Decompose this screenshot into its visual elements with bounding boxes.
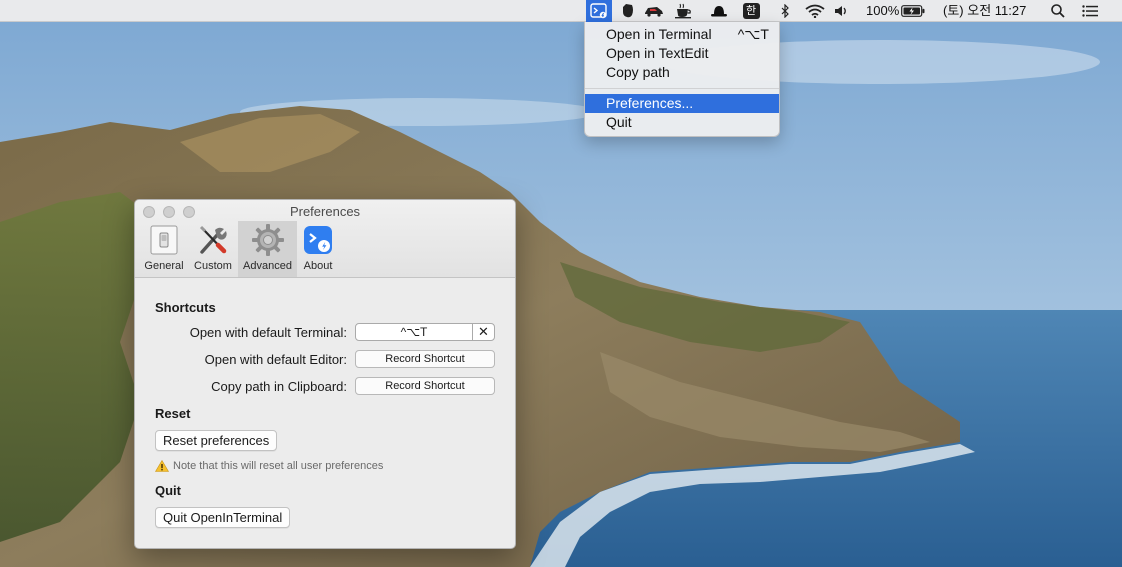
- tab-general[interactable]: General: [141, 221, 187, 277]
- terminal-shortcut-field[interactable]: ^⌥T ✕: [355, 323, 495, 341]
- menu-item-label: Copy path: [606, 64, 670, 80]
- label-default-terminal: Open with default Terminal:: [189, 325, 347, 340]
- section-heading-quit: Quit: [155, 483, 181, 498]
- status-menu-dropdown: Open in Terminal ^⌥T Open in TextEdit Co…: [584, 22, 780, 137]
- tab-label: About: [303, 260, 333, 272]
- label-default-editor: Open with default Editor:: [204, 352, 347, 367]
- tools-icon: [193, 221, 233, 259]
- battery-charging-icon[interactable]: [900, 0, 926, 22]
- reset-warning-note: Note that this will reset all user prefe…: [155, 460, 383, 472]
- input-source-label: 한: [742, 3, 760, 19]
- editor-record-shortcut-button[interactable]: Record Shortcut: [355, 350, 495, 368]
- menu-item-label: Preferences...: [606, 95, 694, 111]
- warning-icon: [155, 460, 169, 472]
- copy-path-record-shortcut-button[interactable]: Record Shortcut: [355, 377, 495, 395]
- menu-item-shortcut: ^⌥T: [737, 26, 769, 42]
- menu-item-label: Open in Terminal: [606, 26, 712, 42]
- tab-label: Advanced: [243, 260, 292, 272]
- menu-item-open-in-terminal[interactable]: Open in Terminal ^⌥T: [585, 25, 779, 44]
- section-heading-reset: Reset: [155, 406, 191, 421]
- label-copy-path: Copy path in Clipboard:: [211, 379, 347, 394]
- terminal-shortcut-value: ^⌥T: [400, 325, 428, 339]
- evernote-icon[interactable]: [618, 0, 638, 22]
- switch-icon: [144, 221, 184, 259]
- car-icon[interactable]: [643, 0, 665, 22]
- app-icon: [298, 221, 338, 259]
- menu-item-open-in-textedit[interactable]: Open in TextEdit: [585, 44, 779, 63]
- tab-custom[interactable]: Custom: [189, 221, 237, 277]
- clear-shortcut-icon[interactable]: ✕: [472, 324, 494, 340]
- hat-icon[interactable]: [708, 0, 730, 22]
- window-titlebar: Preferences General Custom Advanced Abou…: [135, 200, 515, 278]
- wifi-icon[interactable]: [803, 0, 827, 22]
- coffee-cup-icon[interactable]: [672, 0, 694, 22]
- menu-bar: 한 100% (토) 오전 11:27: [0, 0, 1122, 22]
- clock-datetime[interactable]: (토) 오전 11:27: [943, 0, 1026, 22]
- tab-advanced[interactable]: Advanced: [238, 221, 297, 277]
- spotlight-search-icon[interactable]: [1048, 0, 1068, 22]
- menu-item-preferences[interactable]: Preferences...: [585, 94, 779, 113]
- section-heading-shortcuts: Shortcuts: [155, 300, 216, 315]
- volume-icon[interactable]: [832, 0, 852, 22]
- tab-about[interactable]: About: [298, 221, 338, 277]
- preferences-window: Preferences General Custom Advanced Abou…: [134, 199, 516, 549]
- quit-app-button[interactable]: Quit OpenInTerminal: [155, 507, 291, 528]
- gear-icon: [248, 221, 288, 259]
- tab-label: General: [144, 260, 184, 272]
- notification-center-icon[interactable]: [1079, 0, 1101, 22]
- menu-item-label: Open in TextEdit: [606, 45, 709, 61]
- menu-item-label: Quit: [606, 114, 632, 130]
- input-source-indicator[interactable]: 한: [741, 0, 761, 22]
- menu-separator: [585, 88, 779, 89]
- menu-item-quit[interactable]: Quit: [585, 113, 779, 132]
- window-title: Preferences: [289, 204, 361, 219]
- tab-label: Custom: [194, 260, 232, 272]
- openinterminal-status-icon[interactable]: [586, 0, 612, 22]
- reset-warning-text: Note that this will reset all user prefe…: [173, 460, 384, 472]
- menu-item-copy-path[interactable]: Copy path: [585, 63, 779, 82]
- bluetooth-icon[interactable]: [776, 0, 794, 22]
- reset-preferences-button[interactable]: Reset preferences: [155, 430, 278, 451]
- battery-percent: 100%: [866, 3, 900, 18]
